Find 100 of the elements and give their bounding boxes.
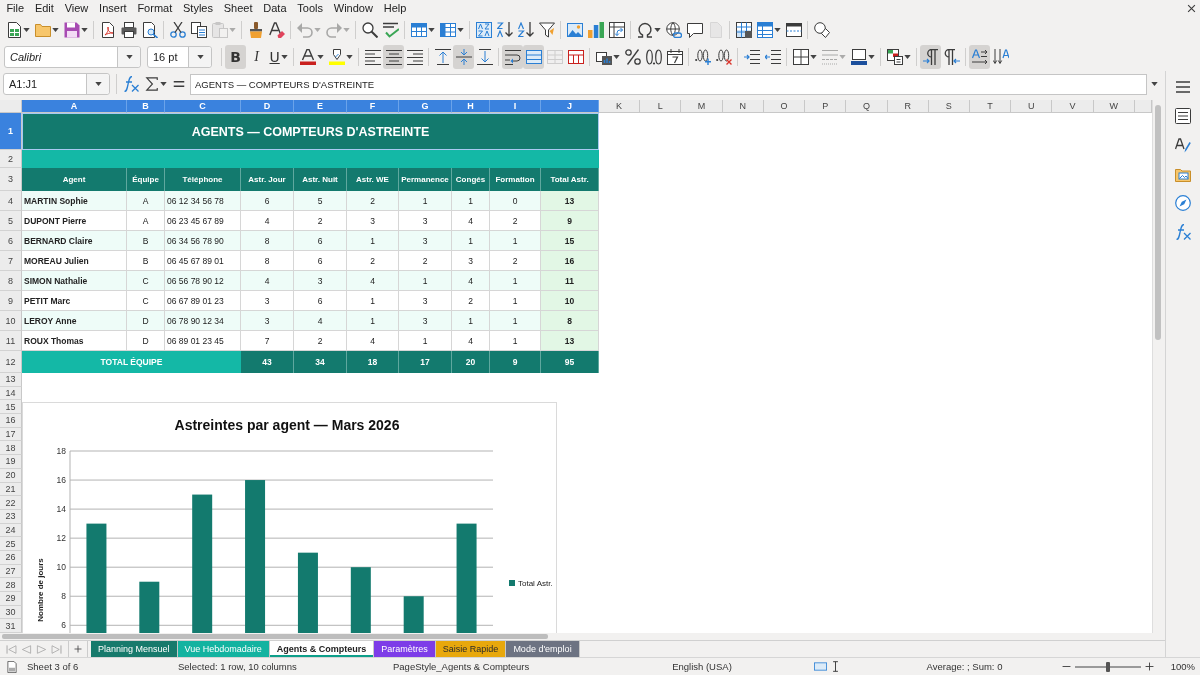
- row-header[interactable]: 8: [0, 271, 22, 291]
- column-header[interactable]: R: [887, 100, 929, 113]
- plus-icon[interactable]: [74, 645, 82, 653]
- column-header[interactable]: P: [805, 100, 847, 113]
- caret-icon: [867, 55, 875, 59]
- column-header[interactable]: W: [1093, 100, 1135, 113]
- text-style-button[interactable]: I: [246, 45, 267, 69]
- row-header[interactable]: 13: [0, 373, 22, 387]
- menu-item[interactable]: Data: [257, 1, 292, 16]
- menu-item[interactable]: Help: [378, 1, 412, 16]
- row-header[interactable]: 22: [0, 496, 22, 510]
- sigma-icon: [145, 77, 159, 91]
- sheet-tab[interactable]: Saisie Rapide: [435, 641, 507, 657]
- sort-button[interactable]: [473, 19, 494, 41]
- pilcrow-right-icon: [922, 49, 939, 65]
- plus-icon[interactable]: [1145, 662, 1154, 671]
- pilcrow-right-button[interactable]: [920, 45, 942, 69]
- text-direction-button[interactable]: [969, 45, 991, 69]
- row-header[interactable]: 1: [0, 113, 22, 150]
- print-area-button[interactable]: [733, 19, 754, 41]
- font-name-field[interactable]: Calibri: [4, 46, 141, 68]
- row-header[interactable]: 19: [0, 455, 22, 469]
- menu-item[interactable]: Window: [328, 1, 379, 16]
- menu-item[interactable]: Format: [132, 1, 178, 16]
- align-center-button[interactable]: [383, 45, 405, 69]
- menu-item[interactable]: Tools: [291, 1, 329, 16]
- row-header[interactable]: 16: [0, 414, 22, 428]
- row-header[interactable]: 9: [0, 291, 22, 311]
- column-header[interactable]: E: [294, 100, 347, 113]
- caret-icon[interactable]: [1151, 82, 1158, 86]
- text-style-button[interactable]: U: [267, 45, 291, 69]
- column-header[interactable]: N: [722, 100, 764, 113]
- table-cell: 06 12 34 56 78: [165, 191, 241, 211]
- row-header[interactable]: 15: [0, 400, 22, 415]
- column-header[interactable]: I: [490, 100, 541, 113]
- row-header[interactable]: 31: [0, 619, 22, 633]
- row-header[interactable]: 28: [0, 578, 22, 592]
- wrap-text-button[interactable]: [502, 45, 524, 69]
- pivot-table-button[interactable]: [606, 19, 627, 41]
- row-header[interactable]: 3: [0, 168, 22, 191]
- column-header[interactable]: L: [640, 100, 682, 113]
- clear-formatting-button[interactable]: [266, 19, 287, 41]
- column-header[interactable]: H: [452, 100, 490, 113]
- column-header[interactable]: U: [1011, 100, 1053, 113]
- menu-item[interactable]: View: [59, 1, 94, 16]
- merge-center-button[interactable]: [523, 45, 545, 69]
- menu-item[interactable]: Styles: [177, 1, 219, 16]
- copy-button[interactable]: [188, 19, 209, 41]
- text-style-button[interactable]: B: [225, 45, 246, 69]
- find-replace-button[interactable]: [359, 19, 380, 41]
- slider-thumb[interactable]: [1106, 661, 1110, 672]
- column-header[interactable]: A: [22, 100, 127, 113]
- formula-input[interactable]: AGENTS — COMPTEURS D'ASTREINTE: [190, 73, 1147, 95]
- align-middle-button[interactable]: [453, 45, 475, 69]
- header-cell: Équipe: [127, 168, 165, 191]
- row-header[interactable]: 7: [0, 251, 22, 271]
- column-header[interactable]: G: [399, 100, 452, 113]
- shapes-button[interactable]: [811, 19, 832, 41]
- y-tick-label: 8: [61, 591, 66, 602]
- column-header[interactable]: Q: [846, 100, 888, 113]
- row-header[interactable]: 11: [0, 331, 22, 351]
- close-icon[interactable]: [1187, 4, 1196, 13]
- row-header[interactable]: 2: [0, 150, 22, 168]
- name-box[interactable]: A1:J1: [3, 73, 110, 95]
- bar-chart-button[interactable]: [585, 19, 606, 41]
- sheet-tab[interactable]: Planning Mensuel: [91, 641, 178, 657]
- column-header[interactable]: F: [347, 100, 399, 113]
- column-header[interactable]: T: [969, 100, 1012, 113]
- sheet-tab[interactable]: Paramètres: [374, 641, 436, 657]
- row-header[interactable]: 4: [0, 191, 22, 211]
- row-header[interactable]: 12: [0, 351, 22, 373]
- menu-item[interactable]: File: [1, 1, 30, 16]
- row-header[interactable]: 6: [0, 231, 22, 251]
- freeze-panes-button[interactable]: [754, 19, 783, 41]
- row-header[interactable]: 18: [0, 441, 22, 456]
- column-header[interactable]: J: [541, 100, 599, 113]
- table-cell: 2: [490, 251, 541, 271]
- menu-item[interactable]: Insert: [93, 1, 132, 16]
- column-header[interactable]: C: [165, 100, 241, 113]
- speech-bubble-icon: [686, 22, 703, 38]
- menu-item[interactable]: Sheet: [218, 1, 258, 16]
- column-header[interactable]: M: [681, 100, 723, 113]
- column-header[interactable]: B: [127, 100, 165, 113]
- font-size-field[interactable]: 16 pt: [147, 46, 212, 68]
- row-header[interactable]: 10: [0, 311, 22, 331]
- filter-button[interactable]: [536, 19, 557, 41]
- column-header[interactable]: O: [763, 100, 806, 113]
- merge-cells-icon: [546, 49, 563, 65]
- row-header[interactable]: 5: [0, 211, 22, 231]
- sheet-tab[interactable]: Mode d'emploi: [506, 641, 580, 657]
- hyperlink-button[interactable]: [663, 19, 684, 41]
- row-header[interactable]: 29: [0, 592, 22, 606]
- sheet-tab[interactable]: Agents & Compteurs: [269, 641, 375, 657]
- row-header[interactable]: 25: [0, 537, 22, 551]
- column-header[interactable]: K: [599, 100, 641, 113]
- scissors-button[interactable]: [167, 19, 188, 41]
- column-header[interactable]: V: [1052, 100, 1094, 113]
- menu-item[interactable]: Edit: [29, 1, 60, 16]
- column-header[interactable]: D: [241, 100, 294, 113]
- column-header[interactable]: S: [928, 100, 970, 113]
